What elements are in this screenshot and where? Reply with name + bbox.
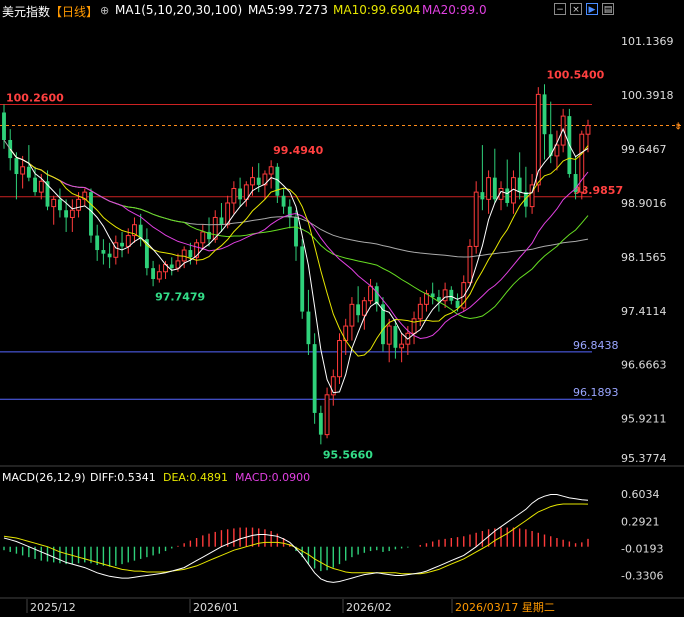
candle-up [250, 177, 255, 186]
level-label: 100.2600 [6, 92, 64, 105]
ma30-line [22, 159, 589, 320]
candle-down [356, 304, 361, 316]
y-tick-label: 99.6467 [621, 143, 667, 156]
candle-up [76, 198, 81, 211]
candle-down [26, 166, 31, 178]
candle-down [107, 253, 112, 258]
y-tick-label: 98.1565 [621, 251, 667, 264]
candle-up [38, 180, 44, 193]
candle-down [14, 158, 19, 175]
candle-down [480, 192, 485, 200]
candle-up [417, 303, 423, 320]
candle-down [455, 300, 460, 308]
candle-down [300, 246, 305, 312]
y-tick-label: 95.3774 [621, 452, 667, 465]
candle-up [200, 231, 206, 244]
extreme-label: 97.7479 [155, 290, 205, 303]
candle-down [57, 199, 62, 211]
candle-down [89, 192, 93, 236]
candle-up [361, 300, 367, 316]
candle-up [411, 318, 417, 334]
candle-down [517, 177, 522, 193]
macd-y-tick: 0.2921 [621, 515, 660, 528]
macd-y-tick: -0.0193 [621, 542, 663, 555]
candle-down [238, 188, 243, 200]
candle-down [318, 412, 323, 435]
candle-down [436, 297, 441, 301]
candle-up [467, 245, 473, 284]
level-label: 96.1893 [573, 386, 619, 399]
candle-down [256, 177, 261, 185]
candle-down [2, 112, 6, 141]
candle-up [69, 209, 75, 218]
candle-down [294, 217, 298, 247]
candle-down [120, 242, 124, 247]
candle-up [560, 115, 566, 146]
candle-down [287, 206, 292, 218]
macd-y-tick: 0.6034 [621, 488, 660, 501]
macd-y-tick: -0.3306 [621, 570, 663, 583]
level-label: 96.8438 [573, 339, 619, 352]
candle-up [554, 144, 560, 157]
candle-up [442, 289, 448, 302]
candle-up [473, 191, 479, 247]
candle-up [585, 125, 591, 135]
candlestick-chart[interactable]: 101.1369 100.3918 99.6467 98.9016 98.1565 97.… [0, 0, 684, 617]
x-tick-label: 2026/01 [193, 601, 239, 614]
candle-up [579, 133, 585, 193]
y-tick-label: 101.1369 [621, 35, 674, 48]
candle-up [51, 198, 57, 208]
candle-up [324, 394, 330, 436]
candle-down [64, 210, 69, 218]
candle-up [386, 325, 392, 345]
candle-down [449, 289, 454, 301]
candle-down [33, 177, 37, 193]
x-tick-label: 2026/02 [346, 601, 392, 614]
y-tick-label: 96.6663 [621, 359, 667, 372]
y-tick-label: 95.9211 [621, 413, 667, 426]
candle-down [188, 250, 193, 258]
candle-down [393, 326, 398, 348]
candle-down [542, 94, 547, 135]
candle-up [399, 343, 405, 349]
candle-down [281, 195, 286, 207]
candle-down [492, 177, 497, 200]
candle-down [505, 188, 510, 203]
candle-up [349, 303, 355, 327]
candle-up [20, 166, 26, 175]
extreme-label: 95.5660 [323, 448, 373, 461]
candle-up [368, 285, 373, 302]
y-tick-label: 98.9016 [621, 197, 667, 210]
y-tick-label: 97.4114 [621, 305, 667, 318]
candle-up [231, 188, 237, 204]
candle-up [181, 249, 187, 262]
candle-up [486, 177, 492, 200]
candle-up [337, 340, 342, 378]
x-tick-label: 2025/12 [30, 601, 76, 614]
candle-down [151, 268, 156, 279]
current-price-marker: ⇟ [674, 122, 682, 133]
x-tick-label: 2026/03/17 星期二 [455, 601, 555, 614]
candle-down [312, 344, 317, 413]
extreme-label: 99.4940 [273, 144, 323, 157]
candle-down [219, 217, 224, 225]
chart-root: 美元指数 【日线】 ⊕ MA1(5,10,20,30,100) MA5:99.7… [0, 0, 684, 617]
y-tick-label: 100.3918 [621, 89, 674, 102]
extreme-label: 100.5400 [547, 68, 605, 81]
candle-down [95, 235, 100, 251]
candle-up [268, 166, 274, 175]
candle-down [169, 264, 174, 269]
candle-down [306, 311, 311, 345]
candle-up [156, 271, 162, 280]
candle-down [101, 250, 106, 254]
candle-up [125, 235, 131, 247]
